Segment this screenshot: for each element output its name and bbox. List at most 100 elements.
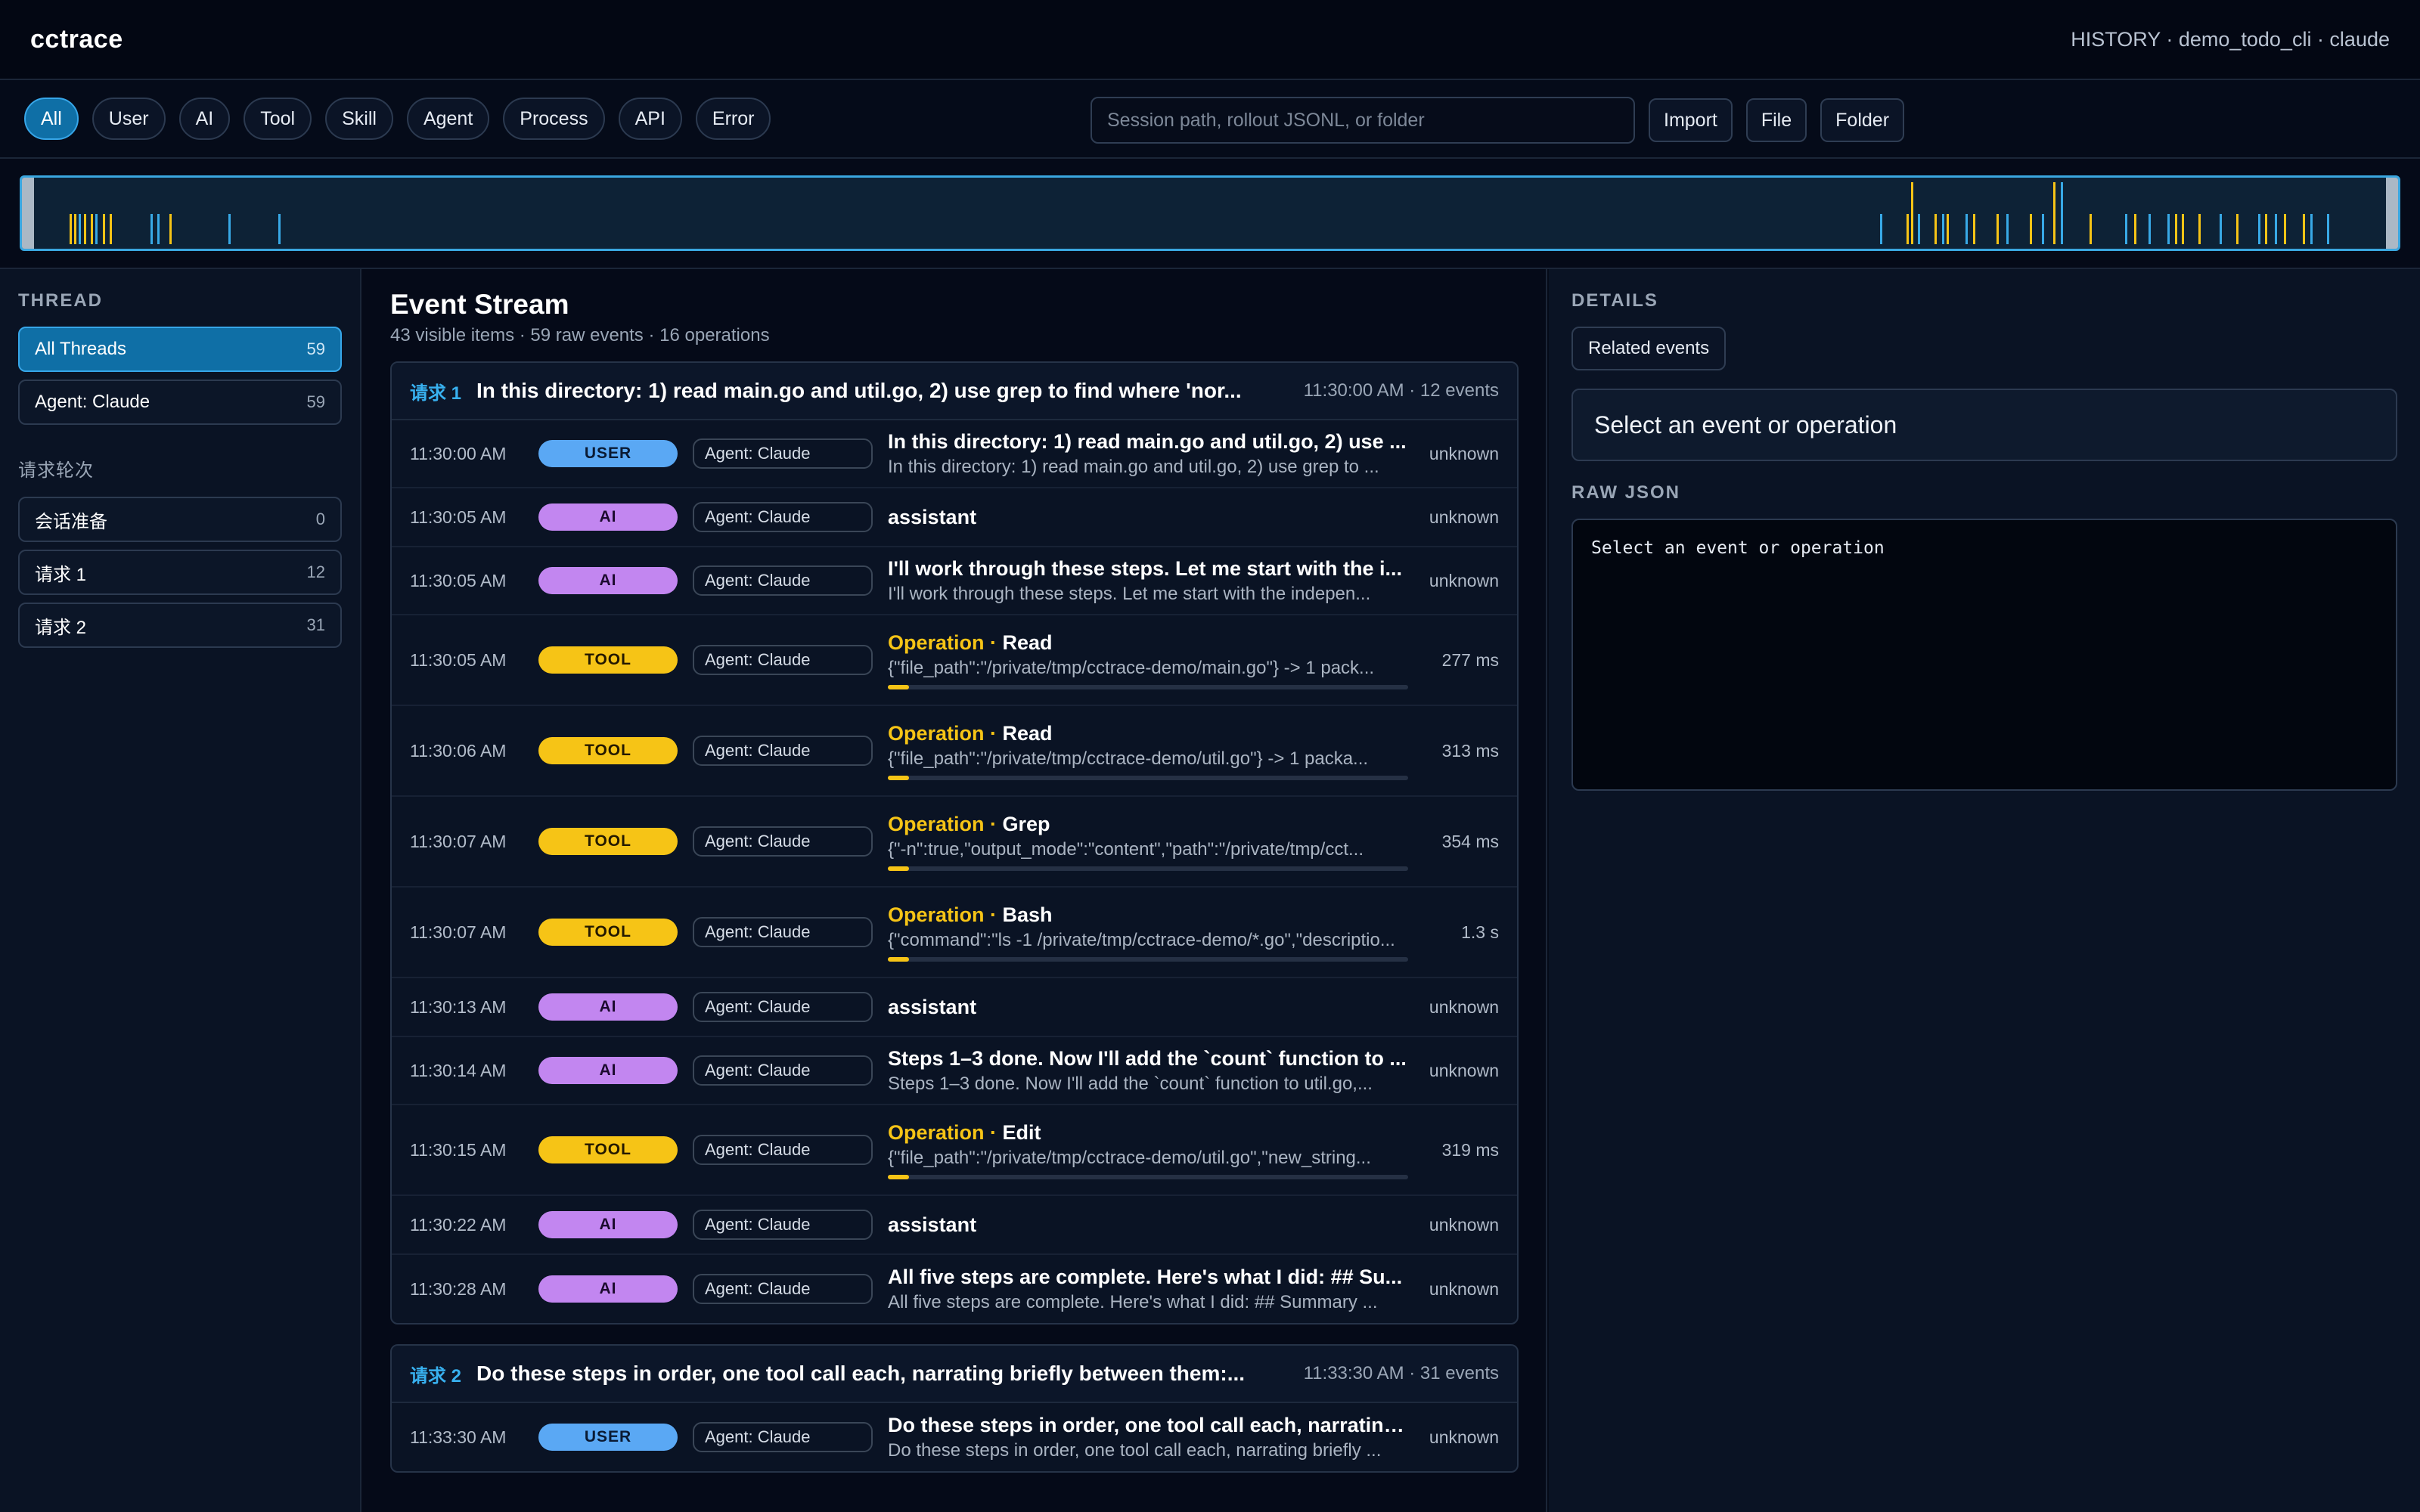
- event-row[interactable]: 11:30:13 AM AI Agent: Claude assistant unkno…: [392, 978, 1517, 1037]
- timeline-tick: [2149, 214, 2151, 244]
- event-duration: unknown: [1429, 570, 1499, 590]
- filter-chip-ai[interactable]: AI: [178, 98, 231, 140]
- event-row[interactable]: 11:30:22 AM AI Agent: Claude assistant unkno…: [392, 1196, 1517, 1255]
- filter-chip-tool[interactable]: Tool: [244, 98, 312, 140]
- event-title: Steps 1–3 done. Now I'll add the `count`…: [888, 1046, 1407, 1070]
- operation-name: Bash: [1002, 903, 1053, 926]
- timeline-right-handle[interactable]: [2386, 178, 2398, 249]
- event-agent: Agent: Claude: [693, 502, 873, 532]
- timeline-tick: [169, 214, 172, 244]
- thread-item[interactable]: All Threads 59: [18, 327, 342, 372]
- event-row[interactable]: 11:33:30 AM USER Agent: Claude Do these ste…: [392, 1403, 1517, 1471]
- operation-label: Operation: [888, 1120, 985, 1144]
- operation-progress-fill: [888, 775, 909, 780]
- timeline-tick: [84, 214, 86, 244]
- timeline-tick: [2167, 214, 2170, 244]
- operation-name: Edit: [1002, 1120, 1041, 1144]
- event-title: In this directory: 1) read main.go and u…: [888, 429, 1407, 453]
- event-duration: 1.3 s: [1461, 922, 1499, 942]
- timeline-tick: [2198, 214, 2201, 244]
- group-header[interactable]: 请求 2 Do these steps in order, one tool ca…: [392, 1346, 1517, 1403]
- filter-chip-error[interactable]: Error: [695, 98, 771, 140]
- timeline-tick: [1911, 182, 1913, 244]
- event-type-badge: AI: [538, 567, 678, 594]
- event-duration: 319 ms: [1441, 1139, 1499, 1160]
- operation-progress: [888, 684, 1408, 689]
- timeline-tick: [74, 214, 76, 244]
- event-row[interactable]: 11:30:06 AM TOOL Agent: Claude Operation · …: [392, 706, 1517, 797]
- operation-progress-fill: [888, 1174, 909, 1179]
- rounds-heading: 请求轮次: [18, 460, 94, 481]
- timeline-area: [0, 160, 2420, 269]
- raw-json-viewer[interactable]: Select an event or operation: [1571, 519, 2397, 791]
- filter-chip-all[interactable]: All: [24, 98, 79, 140]
- operation-label: Operation: [888, 631, 985, 654]
- event-title: Operation · Read: [888, 722, 1408, 745]
- filter-chip-process[interactable]: Process: [503, 98, 605, 140]
- round-count: 12: [306, 562, 325, 581]
- event-row[interactable]: 11:30:05 AM AI Agent: Claude I'll work thro…: [392, 547, 1517, 615]
- timeline-tick: [1942, 214, 1944, 244]
- filter-chip-agent[interactable]: Agent: [406, 98, 490, 140]
- event-row[interactable]: 11:30:15 AM TOOL Agent: Claude Operation · …: [392, 1105, 1517, 1196]
- event-body: I'll work through these steps. Let me st…: [888, 557, 1408, 605]
- event-row[interactable]: 11:30:05 AM AI Agent: Claude assistant unkno…: [392, 488, 1517, 547]
- event-body: assistant: [888, 506, 1408, 529]
- event-summary: I'll work through these steps. Let me st…: [888, 583, 1371, 604]
- event-title: assistant: [888, 1213, 977, 1236]
- event-time: 11:30:05 AM: [410, 649, 507, 670]
- round-label: 请求 1: [35, 564, 87, 585]
- event-body: assistant: [888, 1213, 1408, 1237]
- round-item[interactable]: 请求 1 12: [18, 550, 342, 595]
- event-row[interactable]: 11:30:07 AM TOOL Agent: Claude Operation · …: [392, 888, 1517, 978]
- event-duration: unknown: [1429, 443, 1499, 463]
- event-agent: Agent: Claude: [693, 1055, 873, 1086]
- group-tag: 请求 2: [410, 1365, 462, 1387]
- operation-progress: [888, 775, 1408, 780]
- file-button[interactable]: File: [1745, 98, 1807, 142]
- operation-separator: ·: [984, 812, 1003, 835]
- event-row[interactable]: 11:30:05 AM TOOL Agent: Claude Operation · …: [392, 615, 1517, 706]
- session-path-input[interactable]: [1091, 97, 1635, 144]
- folder-button[interactable]: Folder: [1820, 98, 1905, 142]
- timeline-left-handle[interactable]: [22, 178, 34, 249]
- event-row[interactable]: 11:30:14 AM AI Agent: Claude Steps 1–3 done…: [392, 1037, 1517, 1105]
- round-item[interactable]: 会话准备 0: [18, 497, 342, 542]
- round-item[interactable]: 请求 2 31: [18, 603, 342, 648]
- operation-separator: ·: [984, 1120, 1003, 1144]
- filter-chip-user[interactable]: User: [92, 98, 166, 140]
- event-duration: 354 ms: [1441, 831, 1499, 851]
- timeline-tick: [2284, 214, 2286, 244]
- timeline-tick: [103, 214, 105, 244]
- timeline-tick: [228, 214, 231, 244]
- event-row[interactable]: 11:30:07 AM TOOL Agent: Claude Operation · …: [392, 797, 1517, 888]
- operation-progress: [888, 866, 1408, 871]
- event-title: Operation · Bash: [888, 903, 1408, 927]
- timeline-tick: [2236, 214, 2238, 244]
- import-group: Import File Folder: [1091, 97, 1905, 144]
- timeline-tick: [70, 214, 72, 244]
- filter-chip-skill[interactable]: Skill: [325, 98, 393, 140]
- operation-label: Operation: [888, 721, 985, 745]
- raw-json-heading: RAW JSON: [1571, 482, 1681, 503]
- event-row[interactable]: 11:30:28 AM AI Agent: Claude All five steps…: [392, 1255, 1517, 1323]
- event-type-badge: AI: [538, 993, 678, 1021]
- timeline-tick: [1918, 214, 1920, 244]
- event-row[interactable]: 11:30:00 AM USER Agent: Claude In this dire…: [392, 420, 1517, 488]
- group-header[interactable]: 请求 1 In this directory: 1) read main.go a…: [392, 363, 1517, 420]
- related-events-button[interactable]: Related events: [1571, 327, 1727, 370]
- event-agent: Agent: Claude: [693, 1422, 873, 1452]
- event-time: 11:30:06 AM: [410, 740, 507, 761]
- event-type-badge: TOOL: [538, 737, 678, 764]
- event-time: 11:30:28 AM: [410, 1278, 507, 1299]
- timeline-tick: [2125, 214, 2127, 244]
- thread-item[interactable]: Agent: Claude 59: [18, 380, 342, 425]
- timeline-tick: [1934, 214, 1937, 244]
- operation-name: Grep: [1002, 812, 1050, 835]
- timeline-tick: [2220, 214, 2222, 244]
- event-type-badge: TOOL: [538, 646, 678, 674]
- import-button[interactable]: Import: [1649, 98, 1733, 142]
- timeline-overview[interactable]: [20, 175, 2400, 251]
- thread-label: Agent: Claude: [35, 392, 150, 412]
- filter-chip-api[interactable]: API: [618, 98, 682, 140]
